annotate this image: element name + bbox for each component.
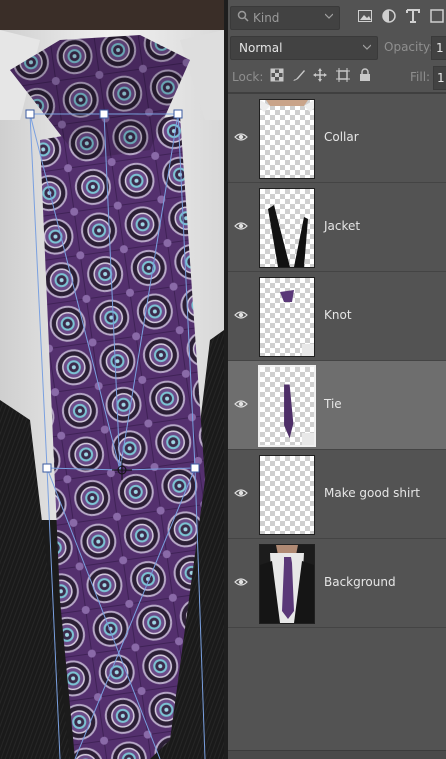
- lock-position-icon[interactable]: [313, 68, 327, 82]
- layer-row-collar[interactable]: Collar: [228, 94, 446, 183]
- layer-thumbnail: [259, 188, 315, 268]
- layer-thumbnail: [259, 99, 315, 179]
- search-icon: [237, 10, 249, 22]
- layer-thumbnail: [259, 277, 315, 357]
- neck-area: [0, 0, 224, 30]
- layer-thumbnail: [258, 365, 316, 447]
- layer-thumbnail: [259, 455, 315, 535]
- fill-value: 1: [437, 71, 445, 85]
- opacity-label: Opacity:: [384, 40, 434, 54]
- photo-canvas: [0, 0, 224, 759]
- filter-kind-dropdown[interactable]: Kind: [230, 6, 340, 30]
- smart-object-badge-icon: [302, 344, 314, 356]
- lock-image-pixels-icon[interactable]: [292, 68, 306, 82]
- blend-mode-label: Normal: [239, 41, 283, 55]
- layer-row-background[interactable]: Background: [228, 539, 446, 628]
- opacity-input[interactable]: 1: [431, 36, 446, 60]
- fill-label: Fill:: [410, 70, 431, 84]
- shape-filter-icon[interactable]: [430, 9, 444, 23]
- image-filter-icon[interactable]: [358, 9, 372, 23]
- layer-name[interactable]: Jacket: [324, 219, 360, 233]
- chevron-down-icon: [363, 44, 371, 50]
- lock-all-icon[interactable]: [358, 68, 372, 82]
- lock-artboard-icon[interactable]: [336, 68, 350, 82]
- layers-panel-footer: [228, 750, 446, 759]
- adjustment-filter-icon[interactable]: [382, 9, 396, 23]
- visibility-eye-icon[interactable]: [234, 308, 248, 322]
- layers-panel: Kind Normal Opacity: 1 Lock: Fill: 1 Col…: [228, 0, 446, 759]
- layer-name[interactable]: Collar: [324, 130, 359, 144]
- fill-input[interactable]: 1: [433, 66, 446, 90]
- visibility-eye-icon[interactable]: [234, 486, 248, 500]
- layer-name[interactable]: Tie: [324, 397, 342, 411]
- visibility-eye-icon[interactable]: [234, 219, 248, 233]
- document-canvas[interactable]: [0, 0, 224, 759]
- visibility-eye-icon[interactable]: [234, 397, 248, 411]
- smart-object-badge-icon: [302, 433, 314, 445]
- opacity-value: 1: [436, 41, 444, 55]
- layer-name[interactable]: Background: [324, 575, 396, 589]
- filter-kind-label: Kind: [253, 11, 280, 25]
- layer-name[interactable]: Knot: [324, 308, 352, 322]
- layer-row-make-good-shirt[interactable]: Make good shirt: [228, 450, 446, 539]
- type-filter-icon[interactable]: [406, 9, 420, 23]
- layer-thumbnail: [259, 544, 315, 624]
- layer-row-jacket[interactable]: Jacket: [228, 183, 446, 272]
- visibility-eye-icon[interactable]: [234, 575, 248, 589]
- layer-row-tie[interactable]: Tie: [228, 361, 446, 450]
- lock-transparent-pixels-icon[interactable]: [270, 68, 284, 82]
- visibility-eye-icon[interactable]: [234, 130, 248, 144]
- blend-mode-dropdown[interactable]: Normal: [230, 36, 378, 60]
- layer-row-knot[interactable]: Knot: [228, 272, 446, 361]
- lock-label: Lock:: [232, 70, 264, 84]
- chevron-down-icon: [325, 13, 333, 19]
- layer-name[interactable]: Make good shirt: [324, 486, 420, 500]
